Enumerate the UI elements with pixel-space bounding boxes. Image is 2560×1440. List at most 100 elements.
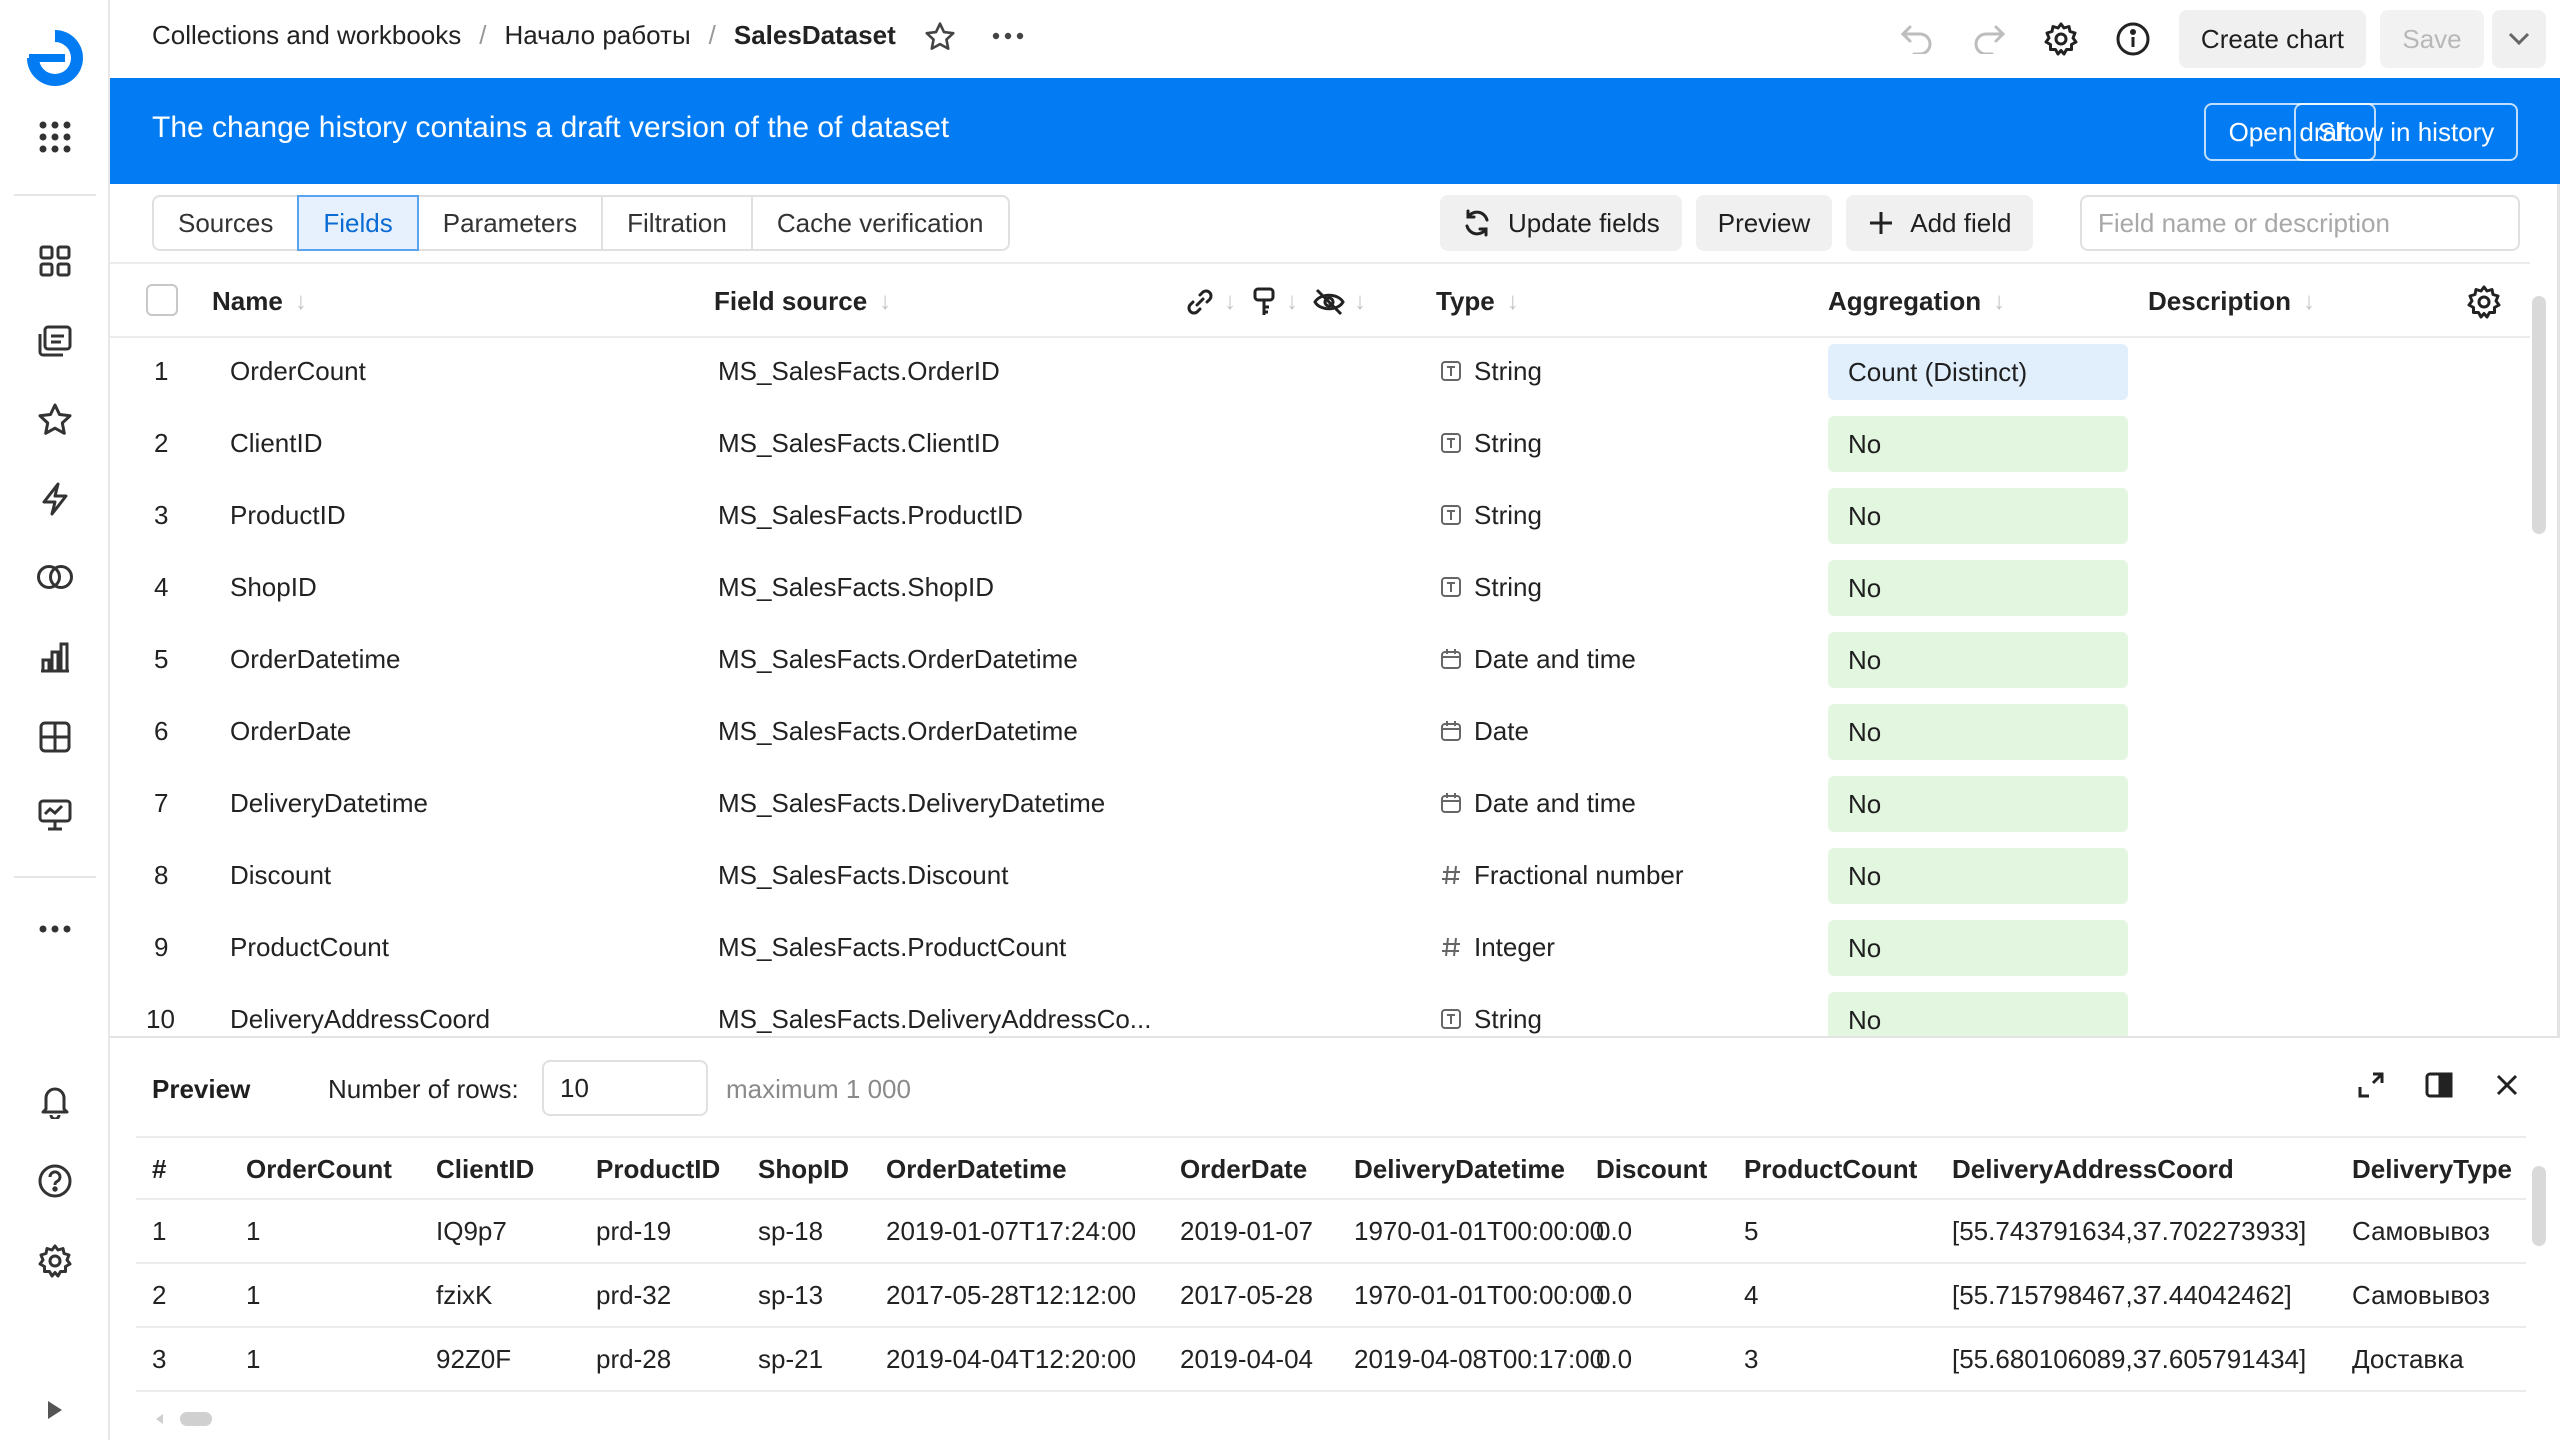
datasets-table-icon[interactable] [30, 712, 80, 762]
settings-gear-icon[interactable] [30, 1236, 80, 1286]
sort-arrow-icon[interactable]: ↓ [1354, 288, 1366, 316]
close-icon[interactable] [2484, 1062, 2530, 1108]
preview-column-header[interactable]: OrderDate [1180, 1154, 1307, 1185]
field-type-select[interactable]: Fractional number [1440, 860, 1684, 893]
table-settings-gear-icon[interactable] [2466, 284, 2502, 320]
field-type-select[interactable]: String [1440, 500, 1542, 533]
update-fields-button[interactable]: Update fields [1440, 195, 1682, 251]
create-chart-button[interactable]: Create chart [2178, 10, 2366, 68]
save-button[interactable]: Save [2380, 10, 2484, 68]
aggregation-select[interactable]: Count (Distinct) [1828, 344, 2128, 400]
header-description[interactable]: Description ↓ [2148, 286, 2315, 317]
field-name[interactable]: ProductCount [230, 932, 389, 963]
help-question-icon[interactable] [30, 1156, 80, 1206]
preview-column-header[interactable]: ProductID [596, 1154, 720, 1185]
fields-vertical-scrollbar[interactable] [2532, 296, 2546, 534]
notifications-bell-icon[interactable] [30, 1076, 80, 1126]
field-name[interactable]: OrderCount [230, 356, 366, 387]
app-logo-icon[interactable] [25, 28, 85, 88]
field-row[interactable]: 7 DeliveryDatetime MS_SalesFacts.DeliveryD… [110, 768, 2530, 840]
field-source[interactable]: MS_SalesFacts.ProductCount [718, 932, 1066, 963]
field-name[interactable]: ShopID [230, 572, 317, 603]
preview-button[interactable]: Preview [1695, 195, 1833, 251]
redo-icon[interactable] [1953, 10, 2025, 68]
preview-horizontal-scrollbar[interactable] [144, 1412, 2544, 1426]
more-dots-icon[interactable] [30, 904, 80, 954]
header-aggregation[interactable]: Aggregation ↓ [1828, 286, 2005, 317]
scrollbar-thumb[interactable] [180, 1412, 212, 1426]
aggregation-select[interactable]: No [1828, 488, 2128, 544]
field-type-select[interactable]: Date and time [1440, 788, 1636, 821]
field-search-input[interactable] [2080, 195, 2520, 251]
field-source[interactable]: MS_SalesFacts.OrderID [718, 356, 1000, 387]
select-all-checkbox[interactable] [146, 284, 178, 316]
field-type-select[interactable]: String [1440, 1004, 1542, 1037]
field-row[interactable]: 5 OrderDatetime MS_SalesFacts.OrderDatetim… [110, 624, 2530, 696]
header-name[interactable]: Name ↓ [212, 286, 307, 317]
sort-arrow-icon[interactable]: ↓ [1224, 288, 1236, 316]
field-source[interactable]: MS_SalesFacts.DeliveryDatetime [718, 788, 1105, 819]
favorite-star-icon[interactable] [924, 21, 956, 51]
field-type-select[interactable]: String [1440, 572, 1542, 605]
aggregation-select[interactable]: No [1828, 632, 2128, 688]
breadcrumb-collections[interactable]: Collections and workbooks [152, 20, 461, 51]
field-name[interactable]: Discount [230, 860, 331, 891]
field-name[interactable]: ClientID [230, 428, 322, 459]
preview-column-header[interactable]: DeliveryType [2352, 1154, 2512, 1185]
split-view-icon[interactable] [2416, 1062, 2462, 1108]
field-source[interactable]: MS_SalesFacts.OrderDatetime [718, 644, 1078, 675]
header-field-source[interactable]: Field source ↓ [714, 286, 891, 317]
field-source[interactable]: MS_SalesFacts.ProductID [718, 500, 1023, 531]
favorites-star-icon[interactable] [30, 394, 80, 444]
preview-column-header[interactable]: ClientID [436, 1154, 534, 1185]
preview-column-header[interactable]: # [152, 1154, 166, 1185]
field-type-select[interactable]: Integer [1440, 932, 1555, 965]
rows-count-input[interactable] [542, 1060, 708, 1116]
undo-icon[interactable] [1881, 10, 1953, 68]
field-source[interactable]: MS_SalesFacts.Discount [718, 860, 1008, 891]
collections-icon[interactable] [30, 316, 80, 366]
sort-arrow-icon[interactable]: ↓ [1286, 288, 1298, 316]
field-source[interactable]: MS_SalesFacts.OrderDatetime [718, 716, 1078, 747]
preview-column-header[interactable]: DeliveryDatetime [1354, 1154, 1565, 1185]
field-type-select[interactable]: String [1440, 356, 1542, 389]
field-type-select[interactable]: Date [1440, 716, 1529, 749]
tab-filtration[interactable]: Filtration [601, 195, 753, 251]
more-actions-icon[interactable] [992, 32, 1024, 40]
field-row[interactable]: 8 Discount MS_SalesFacts.Discount Fractiona… [110, 840, 2530, 912]
field-source[interactable]: MS_SalesFacts.ClientID [718, 428, 1000, 459]
lightning-icon[interactable] [30, 474, 80, 524]
scroll-left-arrow-icon[interactable] [156, 1414, 163, 1424]
aggregation-select[interactable]: No [1828, 776, 2128, 832]
field-name[interactable]: OrderDatetime [230, 644, 401, 675]
field-name[interactable]: ProductID [230, 500, 346, 531]
expand-sidebar-icon[interactable] [30, 1392, 80, 1428]
monitor-icon[interactable] [30, 790, 80, 840]
aggregation-select[interactable]: No [1828, 848, 2128, 904]
field-type-select[interactable]: String [1440, 428, 1542, 461]
aggregation-select[interactable]: No [1828, 920, 2128, 976]
field-name[interactable]: DeliveryDatetime [230, 788, 428, 819]
add-field-button[interactable]: Add field [1846, 195, 2034, 251]
show-in-history-button[interactable]: Show in history [2294, 103, 2519, 161]
preview-column-header[interactable]: ShopID [758, 1154, 849, 1185]
header-type[interactable]: Type ↓ [1436, 286, 1519, 317]
aggregation-select[interactable]: No [1828, 416, 2128, 472]
apps-grid-icon[interactable] [30, 112, 80, 162]
field-source[interactable]: MS_SalesFacts.ShopID [718, 572, 994, 603]
field-name[interactable]: OrderDate [230, 716, 351, 747]
field-row[interactable]: 1 OrderCount MS_SalesFacts.OrderID String Co… [110, 336, 2530, 408]
tab-parameters[interactable]: Parameters [416, 195, 604, 251]
tab-cache-verification[interactable]: Cache verification [750, 195, 1010, 251]
fullscreen-icon[interactable] [2348, 1062, 2394, 1108]
aggregation-select[interactable]: No [1828, 560, 2128, 616]
tab-sources[interactable]: Sources [152, 195, 300, 251]
dashboard-grid-icon[interactable] [30, 236, 80, 286]
field-name[interactable]: DeliveryAddressCoord [230, 1004, 490, 1035]
preview-column-header[interactable]: OrderCount [246, 1154, 392, 1185]
settings-gear-icon[interactable] [2025, 10, 2097, 68]
preview-column-header[interactable]: DeliveryAddressCoord [1952, 1154, 2234, 1185]
preview-vertical-scrollbar[interactable] [2532, 1166, 2546, 1246]
info-icon[interactable] [2097, 10, 2169, 68]
connections-icon[interactable] [30, 552, 80, 602]
